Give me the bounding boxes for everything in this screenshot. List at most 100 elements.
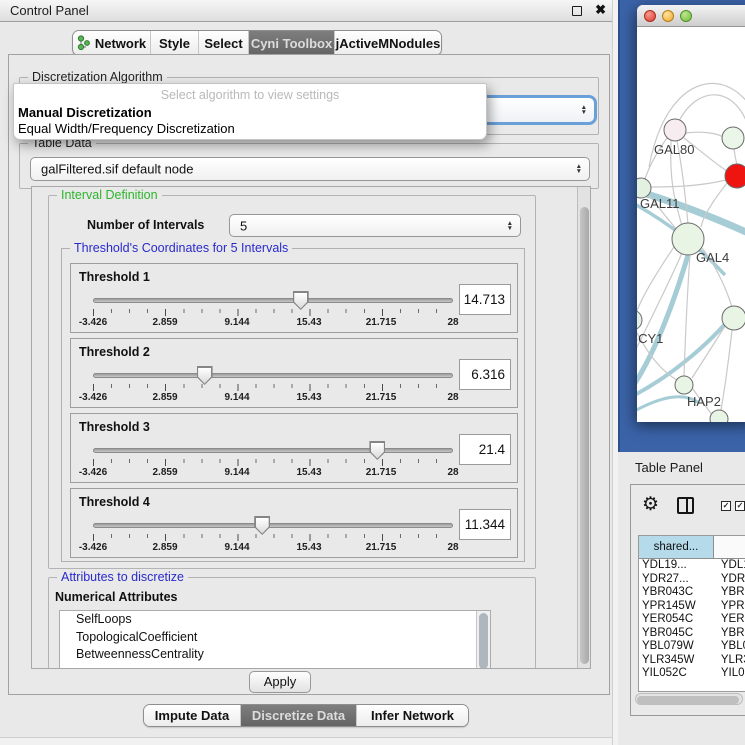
label-gcy1: GCY1 (637, 331, 663, 346)
node-partial-bottom[interactable] (710, 410, 728, 422)
settings-scrollbar[interactable] (577, 187, 590, 668)
gear-icon[interactable]: ⚙ (642, 493, 659, 516)
close-traffic-light-icon[interactable] (644, 10, 656, 22)
list-item-selfloops[interactable]: SelfLoops (60, 611, 490, 629)
network-view-window[interactable]: GAL80 GA C GAL11 GAL4 GCY1 H HAP2 (637, 5, 745, 422)
table-row[interactable]: YDL19...YDL1... (639, 559, 745, 573)
slider-major-ticks (93, 459, 454, 466)
interval-definition-label: Interval Definition (57, 188, 162, 202)
threshold-2-row: Threshold 2 -3.426 2.859 9.144 (70, 338, 518, 408)
table-row[interactable]: YLR345WYLR3... (639, 654, 745, 668)
node-gcy1[interactable] (637, 310, 642, 330)
table-row[interactable]: YPR145WYPR1... (639, 600, 745, 614)
slider-thumb[interactable] (369, 441, 385, 460)
list-item-betweennesscentrality[interactable]: BetweennessCentrality (60, 646, 490, 664)
table-data-combobox-value: galFiltered.sif default node (41, 162, 193, 177)
tab-discretize-data[interactable]: Discretize Data (241, 705, 357, 726)
bottom-tabbar: Impute Data Discretize Data Infer Networ… (143, 704, 469, 727)
threshold-1-slider[interactable]: -3.426 2.859 9.144 15.43 21.715 28 (93, 294, 453, 328)
table-row[interactable]: YDR27...YDR2... (639, 573, 745, 587)
table-toolbar: ⚙ ✓ ✓ (631, 485, 745, 529)
threshold-2-value-input[interactable] (459, 359, 511, 390)
threshold-1-row: Threshold 1 -3.426 2.859 9.144 (70, 263, 518, 333)
node-partial-top-right[interactable] (722, 127, 744, 149)
float-window-icon[interactable] (572, 6, 582, 16)
number-of-intervals-combobox[interactable]: 5 ▲▼ (229, 214, 521, 237)
threshold-1-label: Threshold 1 (79, 270, 150, 284)
top-tabbar: Network Style Select Cyni Toolbox jActiv… (72, 30, 442, 56)
threshold-3-value-input[interactable] (459, 434, 511, 465)
tab-network-label: Network (95, 36, 146, 51)
tab-infer-network[interactable]: Infer Network (357, 705, 468, 726)
table-row[interactable]: YIL052CYIL0... (639, 667, 745, 681)
list-item-topologicalcoefficient[interactable]: TopologicalCoefficient (60, 629, 490, 647)
table-row[interactable]: YBR045CYBR0... (639, 627, 745, 641)
tab-network[interactable]: Network (73, 31, 151, 55)
columns-icon[interactable] (677, 497, 694, 514)
table-row[interactable]: YER054CYER0... (639, 613, 745, 627)
tab-select-label: Select (204, 36, 242, 51)
list-scrollbar[interactable] (476, 611, 490, 669)
label-gal80: GAL80 (654, 142, 694, 157)
network-nodes[interactable] (637, 119, 745, 422)
tab-style[interactable]: Style (151, 31, 199, 55)
slider-major-ticks (93, 534, 454, 541)
network-window-titlebar[interactable] (637, 5, 745, 27)
label-hap2: HAP2 (687, 394, 721, 409)
network-graph: GAL80 GA C GAL11 GAL4 GCY1 H HAP2 (637, 27, 745, 422)
tab-cyni-toolbox-label: Cyni Toolbox (251, 36, 332, 51)
slider-track[interactable] (93, 373, 453, 378)
minimize-traffic-light-icon[interactable] (662, 10, 674, 22)
thresholds-group: Threshold's Coordinates for 5 Intervals … (61, 248, 525, 562)
column-header-shared-name[interactable]: shared... (639, 536, 714, 559)
table-horizontal-scrollbar[interactable] (635, 693, 743, 705)
apply-button[interactable]: Apply (249, 671, 311, 693)
tab-infer-network-label: Infer Network (371, 708, 454, 723)
slider-track[interactable] (93, 523, 453, 528)
slider-thumb[interactable] (293, 291, 309, 310)
menu-item-equal-width-frequency[interactable]: Equal Width/Frequency Discretization (18, 121, 235, 136)
slider-track[interactable] (93, 448, 453, 453)
cyni-panel-body: Discretization Algorithm ▲▼ Select algor… (8, 54, 610, 695)
zoom-traffic-light-icon[interactable] (680, 10, 692, 22)
checkbox-icon[interactable]: ✓ (721, 501, 731, 511)
tab-select[interactable]: Select (199, 31, 249, 55)
table-row[interactable]: YBR043CYBR0... (639, 586, 745, 600)
node-hap2[interactable] (675, 376, 693, 394)
column-header-name[interactable]: na... (714, 536, 745, 559)
slider-track[interactable] (93, 298, 453, 303)
table-panel: Table Panel ⚙ ✓ ✓ shared... na... YDL19.… (618, 452, 745, 745)
threshold-1-value-input[interactable] (459, 284, 511, 315)
slider-thumb[interactable] (197, 366, 213, 385)
threshold-4-slider[interactable]: -3.426 2.859 9.144 15.43 21.715 28 (93, 519, 453, 553)
table-panel-title: Table Panel (635, 460, 703, 475)
table-header-row: shared... na... (639, 536, 745, 559)
settings-scroll-viewport: Interval Definition Number of Intervals … (31, 186, 591, 669)
number-of-intervals-label: Number of Intervals (87, 218, 204, 232)
slider-major-ticks (93, 384, 454, 391)
tab-cyni-toolbox[interactable]: Cyni Toolbox (249, 31, 335, 55)
menu-item-manual-discretization[interactable]: Manual Discretization (18, 105, 152, 120)
table-data-combobox[interactable]: galFiltered.sif default node ▲▼ (30, 157, 590, 181)
control-panel-title: Control Panel (10, 3, 89, 18)
tab-jactivemnodules[interactable]: jActiveMNodules (335, 31, 441, 55)
table-horizontal-scrollbar-thumb[interactable] (637, 696, 739, 704)
threshold-4-value-input[interactable] (459, 509, 511, 540)
control-panel: Control Panel ✖ Network Style Select (0, 0, 618, 745)
tab-style-label: Style (159, 36, 190, 51)
close-icon[interactable]: ✖ (595, 2, 606, 18)
node-h[interactable] (722, 306, 745, 330)
checkbox-icon[interactable]: ✓ (735, 501, 745, 511)
tab-impute-data[interactable]: Impute Data (144, 705, 241, 726)
network-canvas[interactable]: GAL80 GA C GAL11 GAL4 GCY1 H HAP2 (637, 27, 745, 422)
node-gal80[interactable] (664, 119, 686, 141)
label-gal4: GAL4 (696, 250, 729, 265)
node-red-selected[interactable] (725, 164, 745, 188)
list-scrollbar-thumb[interactable] (479, 613, 488, 669)
threshold-2-slider[interactable]: -3.426 2.859 9.144 15.43 21.715 28 (93, 369, 453, 403)
slider-thumb[interactable] (254, 516, 270, 535)
threshold-3-slider[interactable]: -3.426 2.859 9.144 15.43 21.715 28 (93, 444, 453, 478)
settings-scrollbar-thumb[interactable] (580, 207, 589, 664)
table-row[interactable]: YBL079WYBL0... (639, 640, 745, 654)
thresholds-group-label: Threshold's Coordinates for 5 Intervals (70, 241, 292, 255)
